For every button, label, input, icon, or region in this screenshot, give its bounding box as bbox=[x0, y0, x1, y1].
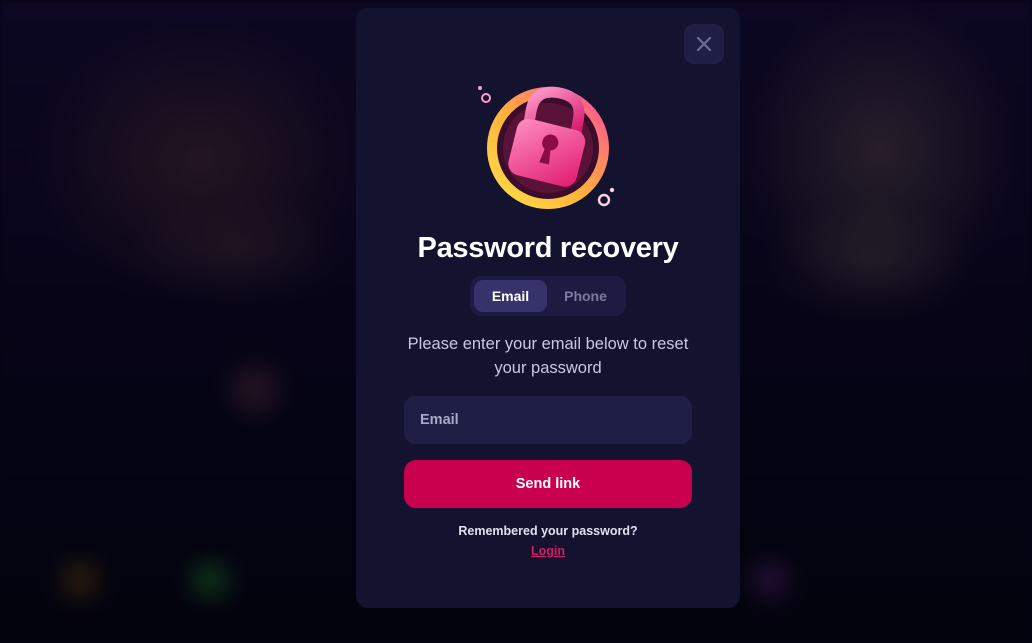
email-field[interactable] bbox=[404, 396, 692, 444]
send-link-button[interactable]: Send link bbox=[404, 460, 692, 508]
close-button[interactable] bbox=[684, 24, 724, 64]
close-icon bbox=[696, 36, 712, 52]
modal-title: Password recovery bbox=[417, 232, 679, 264]
padlock-icon bbox=[478, 86, 615, 209]
tab-phone[interactable]: Phone bbox=[549, 280, 622, 312]
remembered-password-text: Remembered your password? bbox=[458, 524, 638, 538]
instructions-text: Please enter your email below to reset y… bbox=[407, 335, 689, 377]
login-link[interactable]: Login bbox=[531, 544, 565, 558]
tab-email[interactable]: Email bbox=[474, 280, 547, 312]
password-recovery-modal: Password recovery Email Phone Please ent… bbox=[356, 8, 740, 608]
recovery-method-tabs: Email Phone bbox=[470, 276, 626, 316]
